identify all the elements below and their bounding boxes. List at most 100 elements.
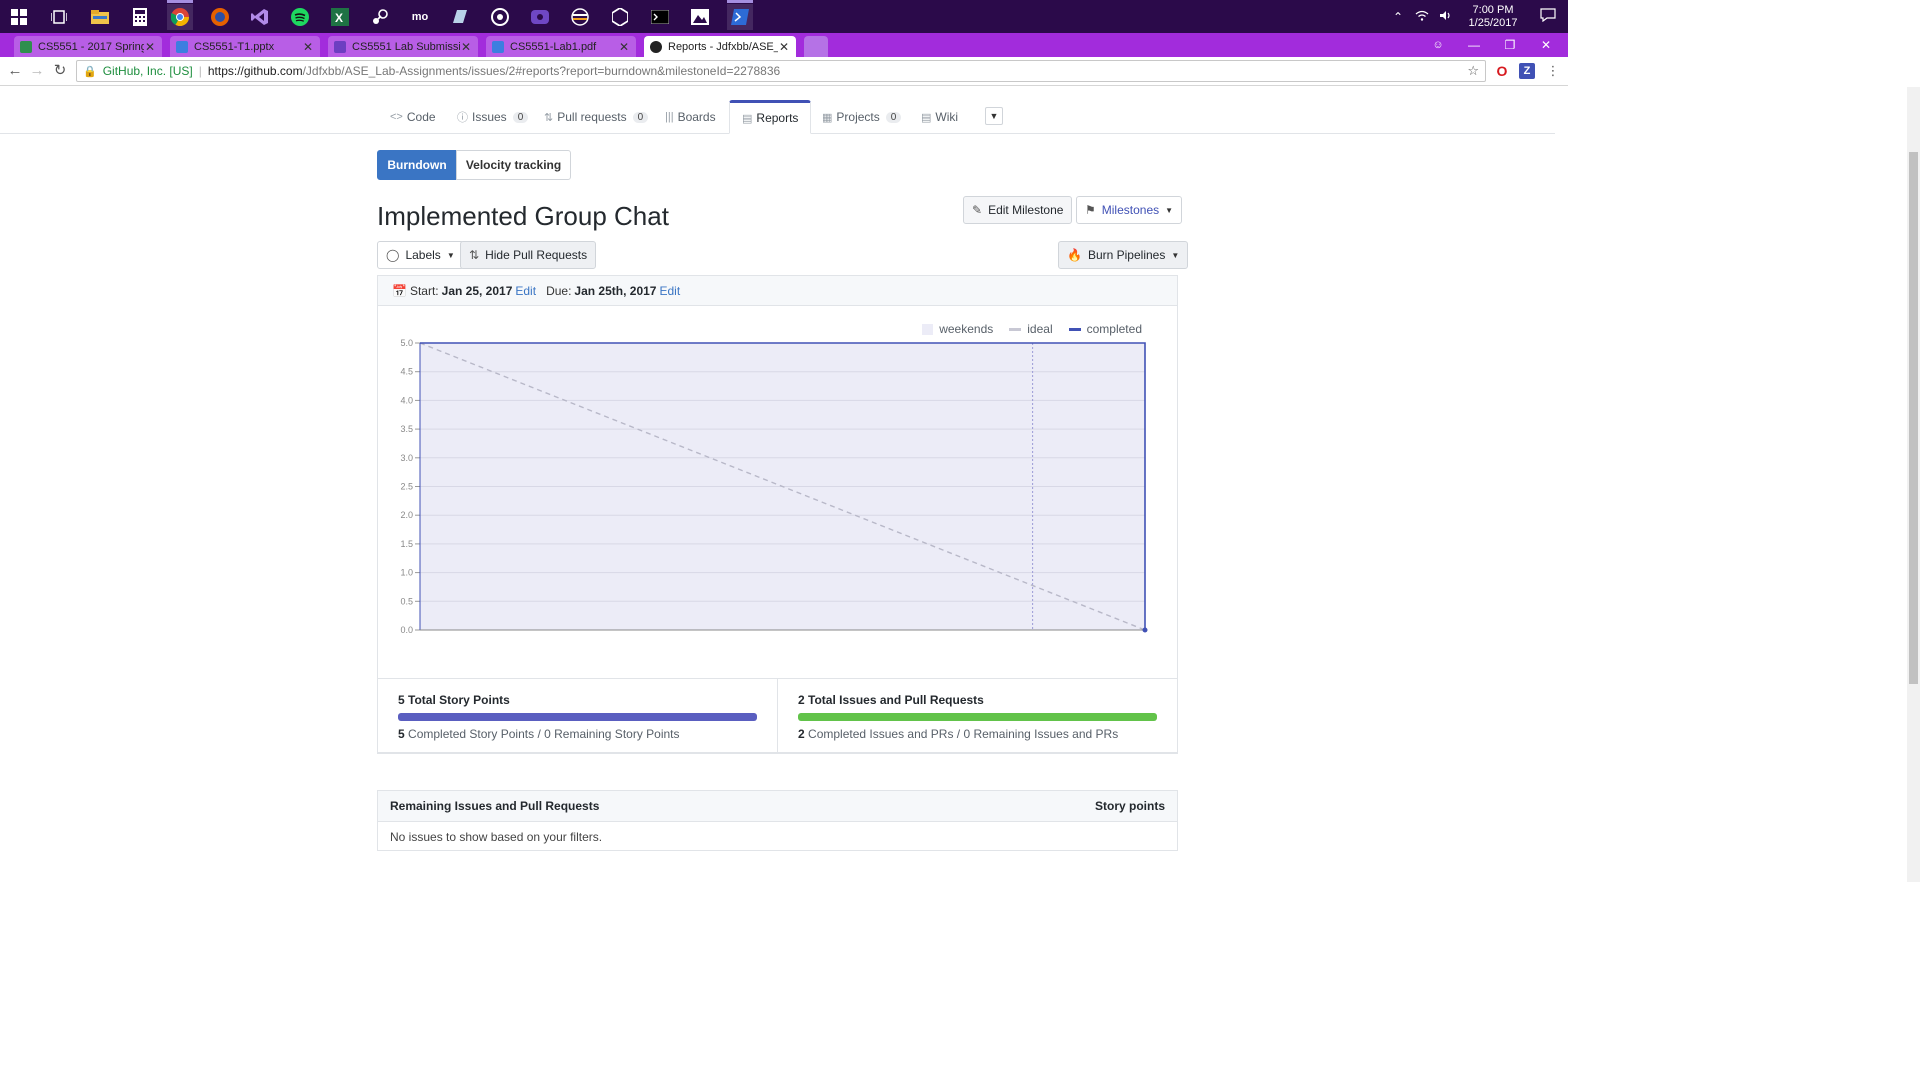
stripe-app-icon[interactable] bbox=[567, 4, 593, 30]
powershell-icon[interactable] bbox=[727, 0, 753, 30]
close-window-icon[interactable]: ✕ bbox=[1528, 33, 1564, 57]
minimize-icon[interactable]: — bbox=[1456, 33, 1492, 57]
profile-icon[interactable]: ☺ bbox=[1420, 33, 1456, 57]
git-pull-request-icon: ⇅ bbox=[544, 111, 554, 124]
url-host: https://github.com bbox=[207, 64, 303, 78]
tab-pull-requests[interactable]: ⇅ Pull requests 0 bbox=[544, 100, 649, 134]
calculator-icon[interactable] bbox=[127, 4, 153, 30]
tab-projects[interactable]: ▦ Projects 0 bbox=[822, 100, 902, 134]
system-clock[interactable]: 7:00 PM 1/25/2017 bbox=[1458, 4, 1528, 30]
dropbox-favicon-icon bbox=[176, 40, 188, 53]
browser-tab-strip: CS5551 - 2017 Spring - G ✕ CS5551-T1.ppt… bbox=[0, 33, 1568, 57]
url-path: /Jdfxbb/ASE_Lab-Assignments/issues/2#rep… bbox=[302, 64, 781, 78]
forward-arrow-icon[interactable]: → bbox=[28, 62, 46, 80]
tab-boards[interactable]: ||| Boards bbox=[665, 100, 716, 134]
tab-title: CS5551 Lab Submission bbox=[352, 40, 460, 53]
close-tab-icon[interactable]: ✕ bbox=[144, 40, 156, 54]
excel-icon[interactable]: X bbox=[327, 4, 353, 30]
edit-due-date-link[interactable]: Edit bbox=[659, 284, 680, 298]
obs-icon[interactable] bbox=[487, 4, 513, 30]
labels-dropdown-button[interactable]: ◯ Labels ▼ bbox=[377, 241, 464, 269]
close-tab-icon[interactable]: ✕ bbox=[618, 40, 630, 54]
legend-item-weekends[interactable]: weekends bbox=[922, 322, 993, 336]
unity-icon[interactable] bbox=[607, 4, 633, 30]
pulls-counter: 0 bbox=[632, 111, 649, 123]
bookmark-star-icon[interactable]: ☆ bbox=[1467, 63, 1479, 79]
address-bar[interactable]: 🔒 GitHub, Inc. [US] | https://github.com… bbox=[76, 60, 1486, 82]
action-center-icon[interactable] bbox=[1531, 8, 1565, 25]
tab-boards-label: Boards bbox=[677, 110, 716, 124]
terminal-icon[interactable] bbox=[647, 4, 673, 30]
steam-icon[interactable] bbox=[367, 4, 393, 30]
tab-reports-label: Reports bbox=[756, 111, 799, 125]
restore-icon[interactable]: ❐ bbox=[1492, 33, 1528, 57]
tab-wiki[interactable]: ▤ Wiki bbox=[921, 100, 958, 134]
wifi-icon[interactable] bbox=[1413, 10, 1431, 24]
back-arrow-icon[interactable]: ← bbox=[6, 62, 24, 80]
milestone-stats: 5 Total Story Points 5 Completed Story P… bbox=[377, 678, 1178, 754]
tab-code[interactable]: <> Code bbox=[390, 100, 436, 134]
browser-tab[interactable]: CS5551 Lab Submission ✕ bbox=[328, 36, 478, 57]
scrollbar-thumb[interactable] bbox=[1909, 152, 1918, 684]
legend-item-ideal[interactable]: ideal bbox=[1009, 322, 1053, 336]
reload-icon[interactable]: ↻ bbox=[51, 62, 69, 80]
burn-pipelines-dropdown-button[interactable]: 🔥 Burn Pipelines ▼ bbox=[1058, 241, 1189, 269]
milestones-dropdown-button[interactable]: ⚑ Milestones ▼ bbox=[1076, 196, 1183, 224]
tab-reports[interactable]: ▤ Reports bbox=[729, 100, 812, 134]
twitch-icon[interactable] bbox=[527, 4, 553, 30]
close-tab-icon[interactable]: ✕ bbox=[302, 40, 314, 54]
burndown-tab-button[interactable]: Burndown bbox=[377, 150, 457, 180]
repo-navigation: <> Code ⓘ Issues 0 ⇅ Pull requests 0 |||… bbox=[0, 100, 1555, 134]
spotify-icon[interactable] bbox=[287, 4, 313, 30]
story-points-stat: 5 Total Story Points 5 Completed Story P… bbox=[378, 679, 777, 753]
task-view-icon[interactable] bbox=[46, 4, 72, 30]
zenhub-extension-icon[interactable]: Z bbox=[1519, 63, 1535, 79]
browser-tab[interactable]: CS5551-Lab1.pdf ✕ bbox=[486, 36, 636, 57]
code-icon: <> bbox=[390, 111, 403, 123]
tab-issues[interactable]: ⓘ Issues 0 bbox=[457, 100, 529, 134]
legend-item-completed[interactable]: completed bbox=[1068, 322, 1142, 336]
file-explorer-icon[interactable] bbox=[87, 4, 113, 30]
browser-tab-active[interactable]: Reports - Jdfxbb/ASE_Lab ✕ bbox=[644, 36, 796, 57]
mo-app-icon[interactable]: mo bbox=[407, 4, 433, 30]
sheets-favicon-icon bbox=[20, 40, 32, 53]
issues-total: 2 Total Issues and Pull Requests bbox=[798, 693, 1157, 707]
edit-start-date-link[interactable]: Edit bbox=[515, 284, 536, 298]
data-point-completed bbox=[1142, 627, 1148, 633]
burn-pipelines-label: Burn Pipelines bbox=[1087, 248, 1166, 262]
edit-milestone-button[interactable]: ✎ Edit Milestone bbox=[963, 196, 1073, 224]
site-identity[interactable]: GitHub, Inc. [US] bbox=[103, 64, 193, 78]
chrome-menu-icon[interactable]: ⋮ bbox=[1544, 62, 1562, 80]
more-tabs-chevron-down-icon[interactable]: ▼ bbox=[985, 107, 1003, 125]
tab-code-label: Code bbox=[406, 110, 436, 124]
milestone-dates: 📅 Start: Jan 25, 2017 Edit Due: Jan 25th… bbox=[378, 276, 1177, 306]
pencil-icon: ✎ bbox=[972, 203, 983, 217]
book-app-icon[interactable] bbox=[447, 4, 473, 30]
page-scrollbar[interactable] bbox=[1907, 87, 1920, 882]
due-date: Jan 25th, 2017 bbox=[574, 283, 657, 298]
windows-start-icon[interactable] bbox=[6, 4, 32, 30]
close-tab-icon[interactable]: ✕ bbox=[778, 40, 790, 54]
browser-tab[interactable]: CS5551 - 2017 Spring - G ✕ bbox=[14, 36, 162, 57]
velocity-tracking-tab-button[interactable]: Velocity tracking bbox=[456, 150, 571, 180]
graph-icon: ▤ bbox=[742, 112, 753, 125]
close-tab-icon[interactable]: ✕ bbox=[460, 40, 472, 54]
chrome-icon[interactable] bbox=[167, 0, 193, 30]
tab-title: CS5551 - 2017 Spring - G bbox=[38, 40, 144, 53]
story-points-column-header: Story points bbox=[1094, 799, 1165, 813]
chevron-up-icon[interactable]: ⌃ bbox=[1389, 10, 1407, 24]
hide-pull-requests-button[interactable]: ⇅ Hide Pull Requests bbox=[460, 241, 597, 269]
flame-icon: 🔥 bbox=[1067, 248, 1082, 262]
new-tab-button[interactable] bbox=[804, 36, 828, 57]
milestone-title: Implemented Group Chat bbox=[377, 201, 669, 231]
firefox-icon[interactable] bbox=[207, 4, 233, 30]
browser-tab[interactable]: CS5551-T1.pptx ✕ bbox=[170, 36, 320, 57]
hide-pr-label: Hide Pull Requests bbox=[485, 248, 588, 262]
opera-extension-icon[interactable]: O bbox=[1494, 63, 1510, 79]
tab-title: CS5551-Lab1.pdf bbox=[510, 40, 597, 53]
tab-title: CS5551-T1.pptx bbox=[194, 40, 275, 53]
volume-icon[interactable] bbox=[1437, 10, 1455, 24]
visual-studio-icon[interactable] bbox=[247, 4, 273, 30]
photos-icon[interactable] bbox=[687, 4, 713, 30]
y-tick-label: 1.0 bbox=[400, 568, 413, 578]
